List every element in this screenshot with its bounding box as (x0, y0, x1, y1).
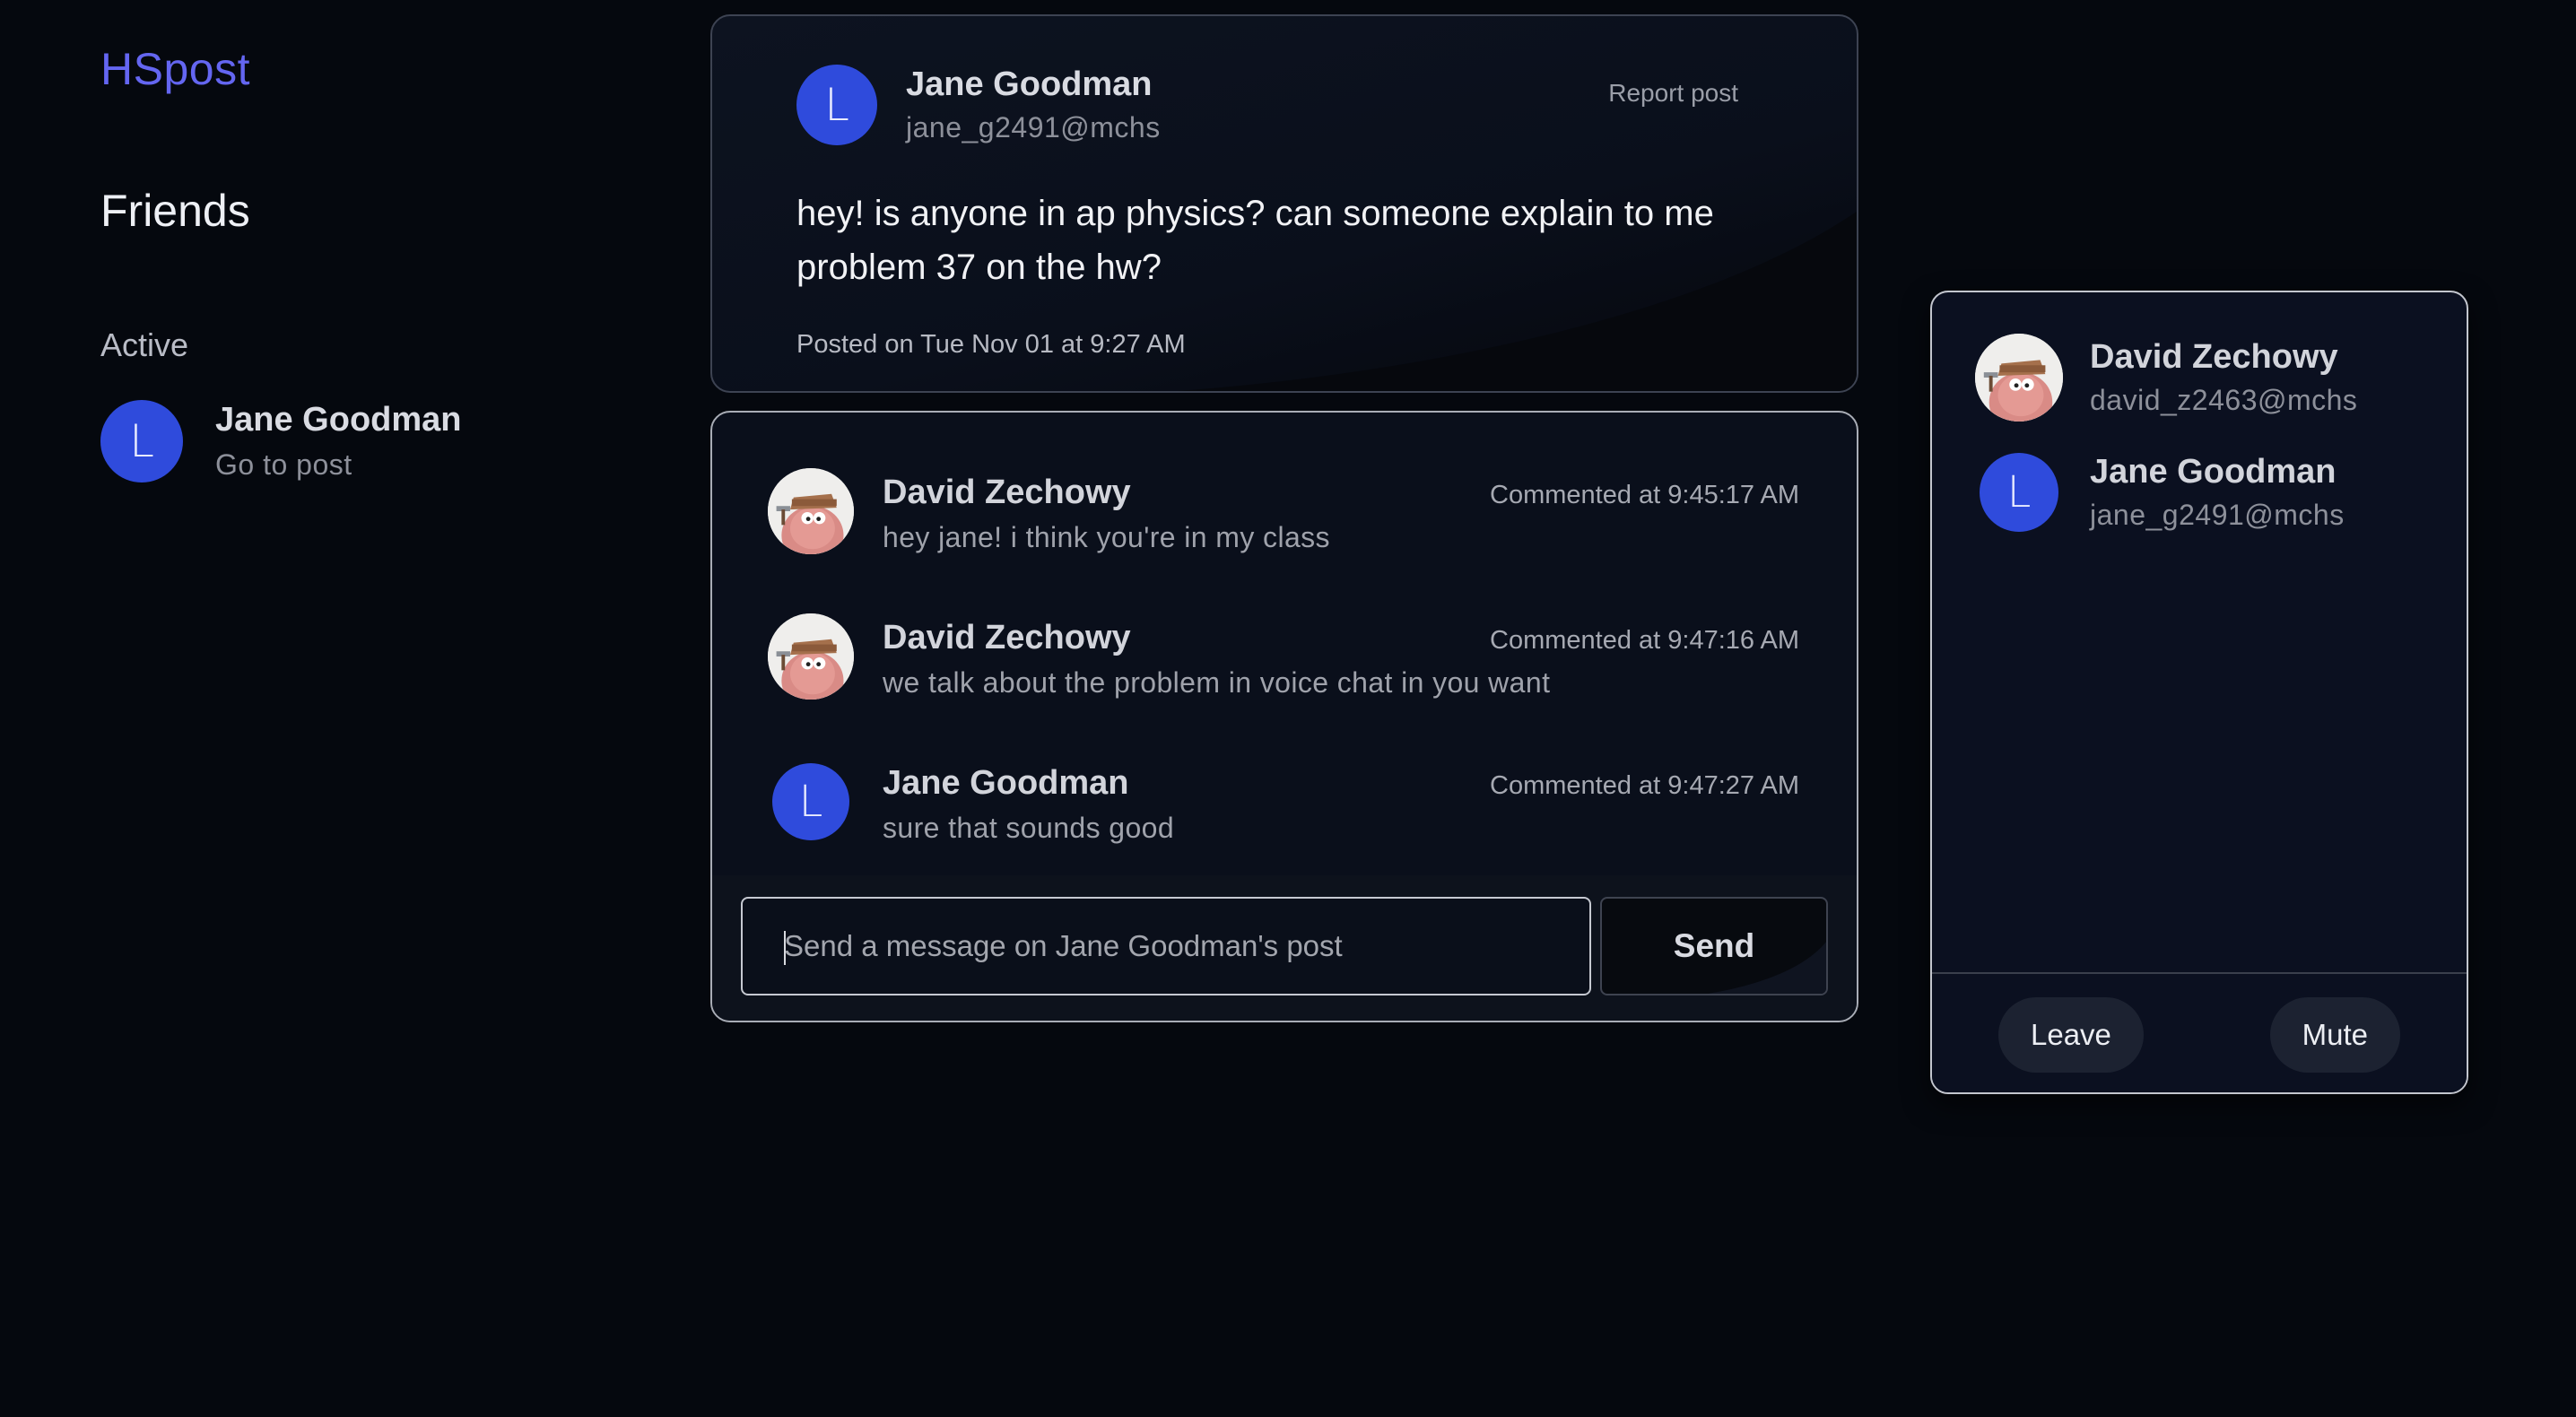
avatar: L (100, 400, 183, 482)
comment-timestamp: Commented at 9:45:17 AM (1490, 481, 1799, 509)
active-section-label: Active (100, 326, 189, 363)
comment-timestamp: Commented at 9:47:16 AM (1490, 626, 1799, 655)
comment-item: David Zechowy hey jane! i think you're i… (768, 468, 1799, 554)
post-body: hey! is anyone in ap physics? can someon… (796, 194, 1714, 287)
patrick-avatar[interactable] (768, 613, 854, 700)
friend-item-jane-goodman[interactable]: L Jane Goodman Go to post (100, 400, 462, 482)
post-author-name[interactable]: Jane Goodman (906, 65, 1161, 104)
friend-info: Jane Goodman Go to post (215, 401, 462, 482)
member-handle: david_z2463@mchs (2090, 384, 2358, 416)
comments-card: David Zechowy hey jane! i think you're i… (710, 411, 1858, 1022)
text-cursor (784, 931, 786, 965)
report-post-link[interactable]: Report post (1608, 79, 1738, 108)
member-item[interactable]: L Jane Goodman jane_g2491@mchs (1975, 448, 2345, 536)
friend-name: Jane Goodman (215, 401, 462, 439)
comment-message: hey jane! i think you're in my class (883, 521, 1330, 553)
friends-heading: Friends (100, 186, 250, 236)
post-author-handle: jane_g2491@mchs (906, 111, 1161, 143)
post-card: L Jane Goodman jane_g2491@mchs Report po… (710, 14, 1858, 393)
brand-logo[interactable]: HSpost (100, 43, 250, 95)
member-name: Jane Goodman (2090, 453, 2337, 491)
leave-button[interactable]: Leave (1998, 997, 2144, 1073)
member-info: David Zechowy david_z2463@mchs (2090, 338, 2357, 417)
app-root: HSpost Friends Active L Jane Goodman Go … (0, 0, 2576, 1417)
members-panel-footer: Leave Mute (1932, 972, 2467, 1092)
patrick-avatar (1975, 334, 2063, 422)
members-panel: David Zechowy david_z2463@mchs L Jane Go… (1930, 291, 2468, 1094)
comment-message: we talk about the problem in voice chat … (883, 666, 1551, 699)
go-to-post-link[interactable]: Go to post (215, 448, 462, 482)
compose-bar: Send (712, 875, 1857, 1021)
avatar: L (1980, 453, 2058, 532)
comment-item: L Jane Goodman sure that sounds good Com… (768, 759, 1799, 845)
comment-item: David Zechowy we talk about the problem … (768, 613, 1799, 700)
comment-message: sure that sounds good (883, 812, 1175, 844)
post-header: L Jane Goodman jane_g2491@mchs (796, 65, 1161, 145)
avatar[interactable]: L (772, 763, 849, 840)
avatar[interactable]: L (796, 65, 877, 145)
member-handle: jane_g2491@mchs (2090, 499, 2345, 531)
send-button[interactable]: Send (1600, 897, 1828, 995)
member-item[interactable]: David Zechowy david_z2463@mchs (1975, 334, 2357, 422)
member-info: Jane Goodman jane_g2491@mchs (2090, 453, 2345, 532)
post-timestamp: Posted on Tue Nov 01 at 9:27 AM (796, 330, 1186, 359)
send-button-label: Send (1673, 927, 1755, 964)
mute-button[interactable]: Mute (2269, 997, 2400, 1073)
comment-timestamp: Commented at 9:47:27 AM (1490, 771, 1799, 800)
member-name: David Zechowy (2090, 338, 2338, 376)
patrick-avatar[interactable] (768, 468, 854, 554)
post-author: Jane Goodman jane_g2491@mchs (906, 65, 1161, 144)
message-input[interactable] (741, 897, 1591, 995)
